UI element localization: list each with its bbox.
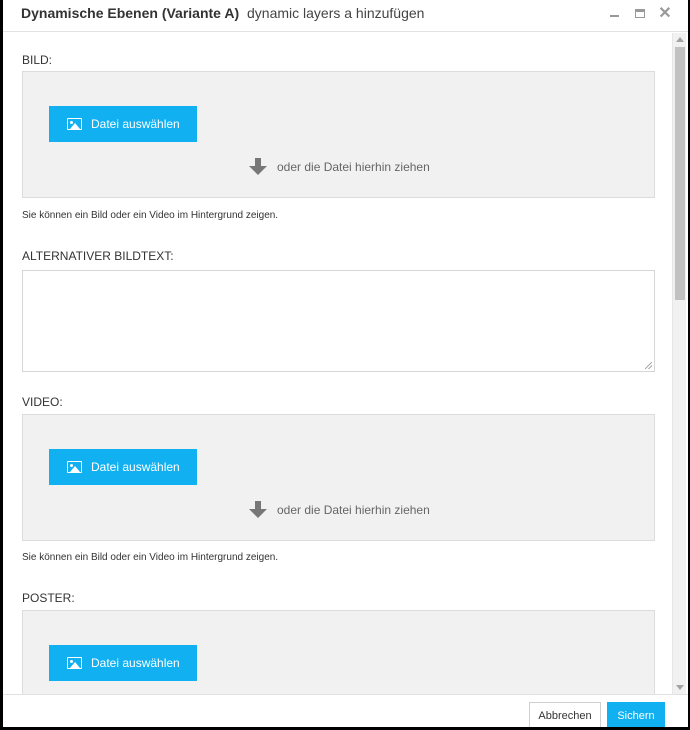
bild-drop-hint-text: oder die Datei hierhin ziehen [277,160,430,174]
bild-file-button[interactable]: Datei auswählen [49,106,197,142]
bild-dropzone[interactable]: Datei auswählen oder die Datei hierhin z… [22,71,655,198]
dialog-window: Dynamische Ebenen (Variante A) dynamic l… [3,0,688,727]
image-icon [67,461,82,473]
dialog-content: BILD: Datei auswählen oder die Datei hie… [3,33,671,694]
scrollbar-thumb[interactable] [675,47,685,300]
video-label: VIDEO: [22,395,63,409]
poster-dropzone[interactable]: Datei auswählen [22,610,655,694]
bild-label: BILD: [22,53,53,67]
video-drop-hint: oder die Datei hierhin ziehen [249,501,430,519]
resize-grip-icon[interactable] [645,362,652,369]
video-file-button[interactable]: Datei auswählen [49,449,197,485]
bild-file-button-label: Datei auswählen [91,117,180,131]
image-icon [67,657,82,669]
video-drop-hint-text: oder die Datei hierhin ziehen [277,503,430,517]
save-button[interactable]: Sichern [607,702,665,727]
close-button[interactable]: ✕ [656,4,674,22]
video-file-button-label: Datei auswählen [91,460,180,474]
arrow-down-icon [249,501,267,519]
alt-text-label: ALTERNATIVER BILDTEXT: [22,249,174,263]
alt-text-input[interactable] [22,270,655,372]
bild-help-text: Sie können ein Bild oder ein Video im Hi… [22,210,279,221]
maximize-icon [635,8,645,18]
bild-drop-hint: oder die Datei hierhin ziehen [249,158,430,176]
arrow-down-icon [249,158,267,176]
scroll-down-icon[interactable] [676,685,684,690]
image-icon [67,118,82,130]
dialog-title: Dynamische Ebenen (Variante A) [21,5,240,21]
poster-file-button-label: Datei auswählen [91,656,180,670]
video-dropzone[interactable]: Datei auswählen oder die Datei hierhin z… [22,414,655,541]
close-icon: ✕ [658,5,672,22]
dialog-subtitle: dynamic layers a hinzufügen [247,5,425,21]
video-help-text: Sie können ein Bild oder ein Video im Hi… [22,552,279,563]
scroll-up-icon[interactable] [676,37,684,42]
maximize-button[interactable] [631,4,649,22]
minimize-button[interactable] [605,4,623,22]
titlebar: Dynamische Ebenen (Variante A) dynamic l… [3,0,688,32]
poster-label: POSTER: [22,591,75,605]
cancel-button[interactable]: Abbrechen [529,702,601,727]
poster-file-button[interactable]: Datei auswählen [49,645,197,681]
dialog-footer: Abbrechen Sichern [3,694,688,727]
vertical-scrollbar[interactable] [672,33,686,694]
minimize-icon [609,15,619,17]
